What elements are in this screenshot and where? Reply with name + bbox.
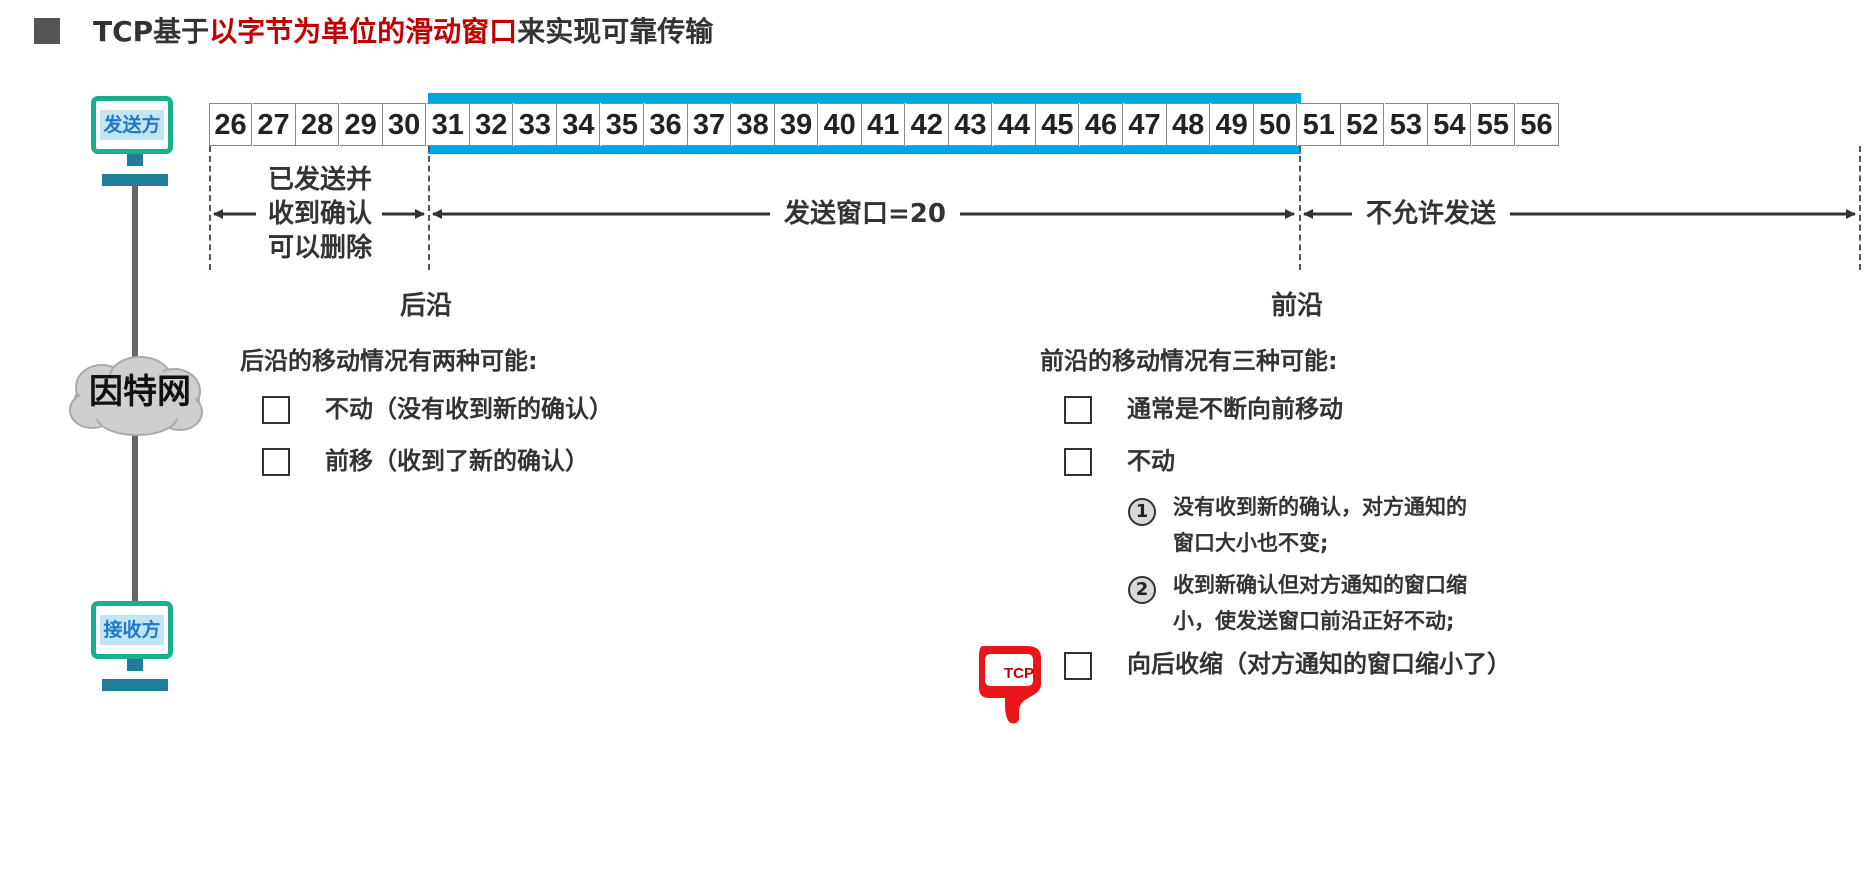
sent-acked-line1: 已发送并 bbox=[267, 165, 372, 195]
sub-item-2: 收到新确认但对方通知的窗口缩 小，使发送窗口前沿正好不动; bbox=[1173, 567, 1533, 639]
sent-acked-line3: 可以删除 bbox=[267, 233, 372, 263]
sub-item-1: 没有收到新的确认，对方通知的 窗口大小也不变; bbox=[1173, 489, 1533, 561]
sub-item-1-line2: 窗口大小也不变; bbox=[1173, 531, 1329, 555]
receiver-monitor-neck bbox=[127, 659, 143, 671]
trailing-item-2: 前移（收到了新的确认） bbox=[325, 447, 589, 475]
sub-item-2-line1: 收到新确认但对方通知的窗口缩 bbox=[1173, 573, 1467, 597]
trailing-item-1-checkbox bbox=[262, 396, 290, 424]
receiver-label: 接收方 bbox=[100, 615, 164, 645]
receiver-monitor-base bbox=[102, 679, 168, 691]
trailing-section-title: 后沿的移动情况有两种可能: bbox=[240, 347, 538, 375]
sent-acked-label: 已发送并 收到确认 可以删除 bbox=[260, 163, 380, 265]
not-allowed-label: 不允许发送 bbox=[1357, 197, 1505, 231]
thumb-label: TCP bbox=[1004, 665, 1034, 682]
sent-acked-line2: 收到确认 bbox=[267, 199, 372, 229]
trailing-item-1: 不动（没有收到新的确认） bbox=[325, 395, 613, 423]
trailing-edge-label: 后沿 bbox=[400, 291, 453, 321]
send-window-label: 发送窗口=20 bbox=[775, 197, 955, 231]
leading-section-title: 前沿的移动情况有三种可能: bbox=[1040, 347, 1338, 375]
sub-item-2-line2: 小，使发送窗口前沿正好不动; bbox=[1173, 609, 1455, 633]
network-label: 因特网 bbox=[89, 372, 191, 412]
leading-item-2: 不动 bbox=[1127, 447, 1175, 475]
leading-item-1-checkbox bbox=[1064, 396, 1092, 424]
leading-item-1: 通常是不断向前移动 bbox=[1127, 395, 1343, 423]
sub-item-2-number: 2 bbox=[1128, 576, 1156, 604]
receiver-monitor: 接收方 bbox=[91, 601, 173, 659]
leading-item-3: 向后收缩（对方通知的窗口缩小了） bbox=[1127, 650, 1511, 678]
leading-item-2-checkbox bbox=[1064, 448, 1092, 476]
trailing-item-2-checkbox bbox=[262, 448, 290, 476]
leading-edge-label: 前沿 bbox=[1271, 291, 1324, 321]
sub-item-1-number: 1 bbox=[1128, 498, 1156, 526]
thumbs-down-icon bbox=[979, 646, 1041, 724]
sub-item-1-line1: 没有收到新的确认，对方通知的 bbox=[1173, 495, 1467, 519]
leading-item-3-checkbox bbox=[1064, 652, 1092, 680]
